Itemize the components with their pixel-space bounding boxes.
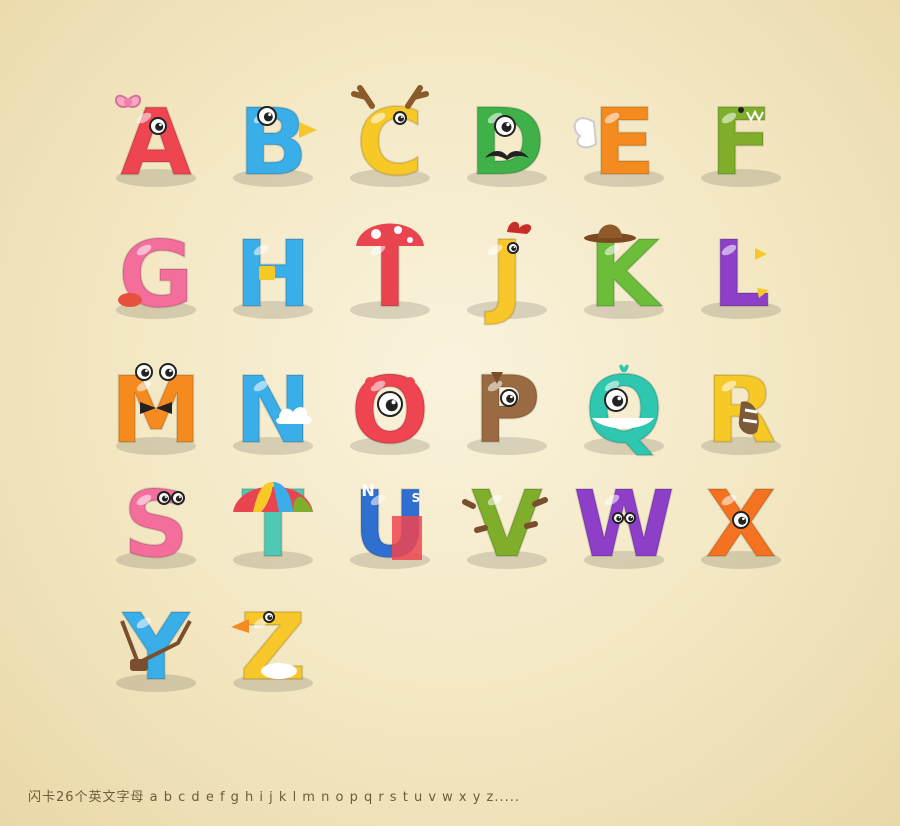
letter-tile-a: A bbox=[115, 88, 196, 197]
letter-glyph: E bbox=[593, 89, 656, 196]
letter-tile-y: Y bbox=[116, 593, 196, 702]
letter-tile-q: Q bbox=[584, 356, 664, 465]
letter-tile-b: B bbox=[233, 88, 317, 197]
letter-glyph: C bbox=[356, 89, 424, 196]
letter-tile-f: F bbox=[701, 88, 781, 197]
mushroom-cap-icon bbox=[356, 223, 424, 246]
letter-tile-u: UN S bbox=[350, 470, 430, 579]
alphabet-board: ABCDEFGHIJKLMNOPQRSTUNSVWXYZ bbox=[109, 85, 781, 702]
magnet-north-label: N bbox=[361, 481, 374, 500]
caption-text: 闪卡26个英文字母 a b c d e f g h i j k l m n o … bbox=[28, 790, 521, 805]
letter-tile-n: N bbox=[233, 356, 313, 465]
letter-glyph: S bbox=[123, 471, 189, 578]
letter-tile-e: E bbox=[573, 88, 664, 197]
letter-tile-o: O bbox=[350, 356, 430, 465]
letter-tile-k: K bbox=[584, 220, 664, 329]
letter-glyph: L bbox=[712, 221, 771, 328]
letter-tile-v: V bbox=[462, 470, 548, 579]
letter-tile-t: T bbox=[233, 470, 313, 579]
monster-ear-icon bbox=[365, 377, 375, 387]
letter-tile-m: M bbox=[109, 356, 203, 465]
letter-glyph: W bbox=[573, 471, 674, 578]
letter-tile-c: C bbox=[350, 85, 430, 197]
letter-glyph: B bbox=[238, 89, 308, 196]
letter-glyph: P bbox=[473, 357, 540, 464]
letter-tile-w: W bbox=[572, 470, 675, 579]
letter-tile-g: G bbox=[116, 220, 196, 329]
tongue-icon bbox=[118, 293, 142, 307]
letter-tile-s: S bbox=[116, 470, 196, 579]
tape-icon bbox=[259, 266, 275, 280]
wing-icon bbox=[573, 117, 598, 149]
letter-tile-r: R bbox=[701, 356, 781, 465]
letter-glyph: D bbox=[469, 89, 545, 196]
letter-tile-h: H bbox=[233, 220, 313, 329]
letter-tile-x: X bbox=[701, 470, 781, 579]
letter-glyph: M bbox=[110, 357, 202, 464]
dino-eye-icon bbox=[738, 107, 744, 113]
letter-glyph: J bbox=[484, 221, 524, 328]
letter-tile-p: P bbox=[467, 356, 547, 465]
magnet-south-label: S bbox=[412, 491, 421, 505]
letter-glyph: Z bbox=[240, 594, 307, 701]
letter-glyph: Q bbox=[585, 357, 663, 464]
letter-tile-j: J bbox=[467, 220, 547, 329]
letter-glyph: G bbox=[118, 221, 194, 328]
letter-tile-i: I bbox=[350, 220, 430, 329]
letter-glyph: F bbox=[710, 89, 773, 196]
letter-tile-l: L bbox=[701, 220, 781, 329]
letter-tile-z: Z bbox=[231, 593, 313, 702]
letter-tile-d: D bbox=[467, 88, 547, 197]
